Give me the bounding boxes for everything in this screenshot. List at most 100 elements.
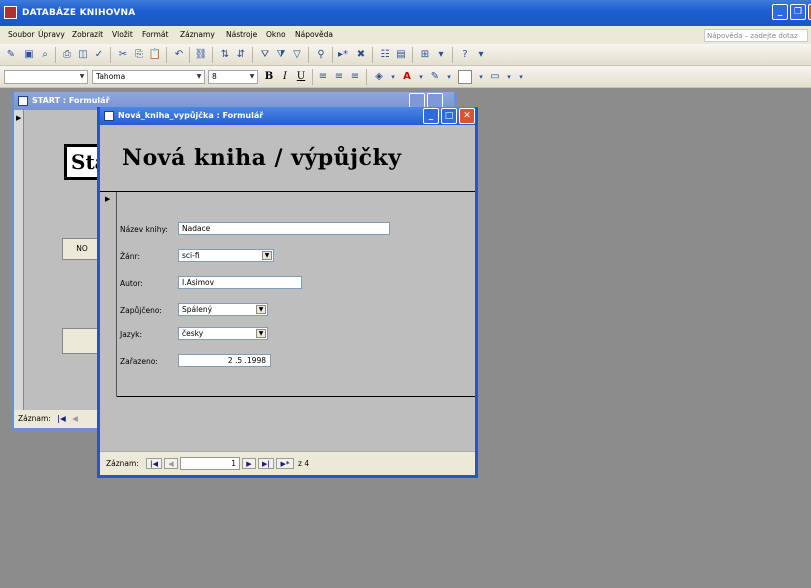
app-restore-button[interactable]: ❐ — [790, 4, 806, 20]
properties-icon[interactable]: ☷ — [378, 48, 392, 62]
app-caption-buttons: _ ❐ — [772, 4, 811, 20]
underline-button[interactable]: U — [294, 70, 308, 84]
paste-icon[interactable]: 📋 — [148, 48, 162, 62]
toolbar-options-icon[interactable]: ▾ — [474, 48, 488, 62]
last-record-button[interactable]: ▶| — [258, 458, 274, 469]
chevron-down-icon[interactable]: ▾ — [414, 70, 428, 84]
menu-soubor[interactable]: Soubor — [8, 30, 35, 39]
close-button[interactable]: ✕ — [459, 108, 475, 124]
previous-record-button[interactable]: ◀ — [72, 414, 78, 423]
start-nova-button[interactable]: NO — [62, 238, 102, 260]
jazyk-select[interactable]: česky ▼ — [178, 327, 268, 340]
apply-filter-icon[interactable]: ▽ — [290, 48, 304, 62]
align-right-icon[interactable]: ≡ — [348, 70, 362, 84]
line-width-icon[interactable]: ▭ — [488, 70, 502, 84]
sort-descending-icon[interactable]: ⇵ — [234, 48, 248, 62]
copy-icon[interactable]: ⎘ — [132, 48, 146, 62]
toolbar-divider — [366, 69, 367, 85]
autor-label: Autor: — [120, 279, 143, 288]
new-object-dropdown-icon[interactable]: ▾ — [434, 48, 448, 62]
sort-ascending-icon[interactable]: ⇅ — [218, 48, 232, 62]
search-file-icon[interactable]: ⌕ — [38, 48, 52, 62]
zapujceno-select[interactable]: Spálený ▼ — [178, 303, 268, 316]
undo-icon[interactable]: ↶ — [172, 48, 186, 62]
border-style-icon[interactable] — [458, 70, 472, 84]
font-size-combo[interactable]: 8 ▼ — [208, 70, 258, 84]
current-record-input[interactable]: 1 — [180, 457, 240, 470]
menu-zobrazit[interactable]: Zobrazit — [72, 30, 103, 39]
previous-record-button[interactable]: ◀ — [164, 458, 178, 469]
autor-input[interactable]: I.Asimov — [178, 276, 302, 289]
toolbar-divider — [412, 47, 413, 63]
chevron-down-icon: ▼ — [196, 73, 202, 80]
record-selector[interactable]: ▶ — [100, 192, 117, 397]
nova-kniha-form-window[interactable]: Nová_kniha_vypůjčka : Formulář _ □ ✕ Nov… — [97, 107, 478, 478]
menu-okno[interactable]: Okno — [266, 30, 286, 39]
start-second-button[interactable] — [62, 328, 102, 354]
chevron-down-icon[interactable]: ▼ — [256, 305, 266, 314]
new-object-icon[interactable]: ⊞ — [418, 48, 432, 62]
first-record-button[interactable]: |◀ — [146, 458, 162, 469]
new-record-button[interactable]: ▶* — [276, 458, 294, 469]
nova-kniha-caption-buttons: _ □ ✕ — [423, 108, 475, 124]
delete-record-icon[interactable]: ✖ — [354, 48, 368, 62]
zanr-select[interactable]: sci-fi ▼ — [178, 249, 274, 262]
toolbar-divider — [308, 47, 309, 63]
menu-napoveda[interactable]: Nápověda — [295, 30, 333, 39]
align-left-icon[interactable]: ≡ — [316, 70, 330, 84]
zarazeno-input[interactable]: 2 .5 .1998 — [178, 354, 271, 367]
chevron-down-icon: ▼ — [79, 73, 85, 80]
new-record-icon[interactable]: ▸* — [336, 48, 350, 62]
chevron-down-icon[interactable]: ▾ — [386, 70, 400, 84]
object-combo[interactable]: ▼ — [4, 70, 88, 84]
find-icon[interactable]: ⚲ — [314, 48, 328, 62]
app-minimize-button[interactable]: _ — [772, 4, 788, 20]
line-color-icon[interactable]: ✎ — [428, 70, 442, 84]
menu-upravy[interactable]: Úpravy — [38, 30, 65, 39]
print-icon[interactable]: ⎙ — [60, 48, 74, 62]
record-selector[interactable]: ▶ — [14, 110, 24, 410]
chevron-down-icon[interactable]: ▼ — [256, 329, 266, 338]
fill-color-icon[interactable]: ◈ — [372, 70, 386, 84]
chevron-down-icon[interactable]: ▼ — [262, 251, 272, 260]
first-record-button[interactable]: |◀ — [57, 414, 66, 423]
minimize-button[interactable]: _ — [423, 108, 439, 124]
access-app-icon[interactable] — [4, 6, 17, 19]
filter-by-form-icon[interactable]: ⧩ — [274, 48, 288, 62]
filter-by-selection-icon[interactable]: ⛛ — [258, 48, 272, 62]
chevron-down-icon[interactable]: ▾ — [474, 70, 488, 84]
next-record-button[interactable]: ▶ — [242, 458, 256, 469]
record-label: Záznam: — [18, 414, 51, 423]
font-color-icon[interactable]: A — [400, 70, 414, 84]
toolbar-divider — [55, 47, 56, 63]
database-window-icon[interactable]: ▤ — [394, 48, 408, 62]
font-size-value: 8 — [212, 72, 217, 81]
chevron-down-icon[interactable]: ▾ — [442, 70, 456, 84]
form-heading: Nová kniha / výpůjčky — [122, 145, 402, 171]
bold-button[interactable]: B — [262, 70, 276, 84]
font-name-combo[interactable]: Tahoma ▼ — [92, 70, 205, 84]
save-icon[interactable]: ▣ — [22, 48, 36, 62]
form-detail-section: Název knihy: Nadace Žánr: sci-fi ▼ Autor… — [100, 192, 475, 397]
menu-vlozit[interactable]: Vložit — [112, 30, 133, 39]
toolbar-divider — [166, 47, 167, 63]
help-search-input[interactable]: Nápověda – zadejte dotaz — [704, 29, 808, 42]
menu-zaznamy[interactable]: Záznamy — [180, 30, 215, 39]
print-preview-icon[interactable]: ◫ — [76, 48, 90, 62]
toolbar-options-icon[interactable]: ▾ — [514, 70, 528, 84]
view-icon[interactable]: ✎ — [4, 48, 18, 62]
toolbar-divider — [212, 47, 213, 63]
menu-nastroje[interactable]: Nástroje — [226, 30, 257, 39]
toolbar-divider — [332, 47, 333, 63]
nova-kniha-title-bar[interactable]: Nová_kniha_vypůjčka : Formulář — [100, 107, 475, 125]
cut-icon[interactable]: ✂ — [116, 48, 130, 62]
nazev-input[interactable]: Nadace — [178, 222, 390, 235]
help-icon[interactable]: ? — [458, 48, 472, 62]
align-center-icon[interactable]: ≡ — [332, 70, 346, 84]
menu-format[interactable]: Formát — [142, 30, 168, 39]
toolbar-divider — [452, 47, 453, 63]
spelling-icon[interactable]: ✓ — [92, 48, 106, 62]
insert-hyperlink-icon[interactable]: ⛓ — [194, 48, 208, 62]
italic-button[interactable]: I — [278, 70, 292, 84]
maximize-button[interactable]: □ — [441, 108, 457, 124]
